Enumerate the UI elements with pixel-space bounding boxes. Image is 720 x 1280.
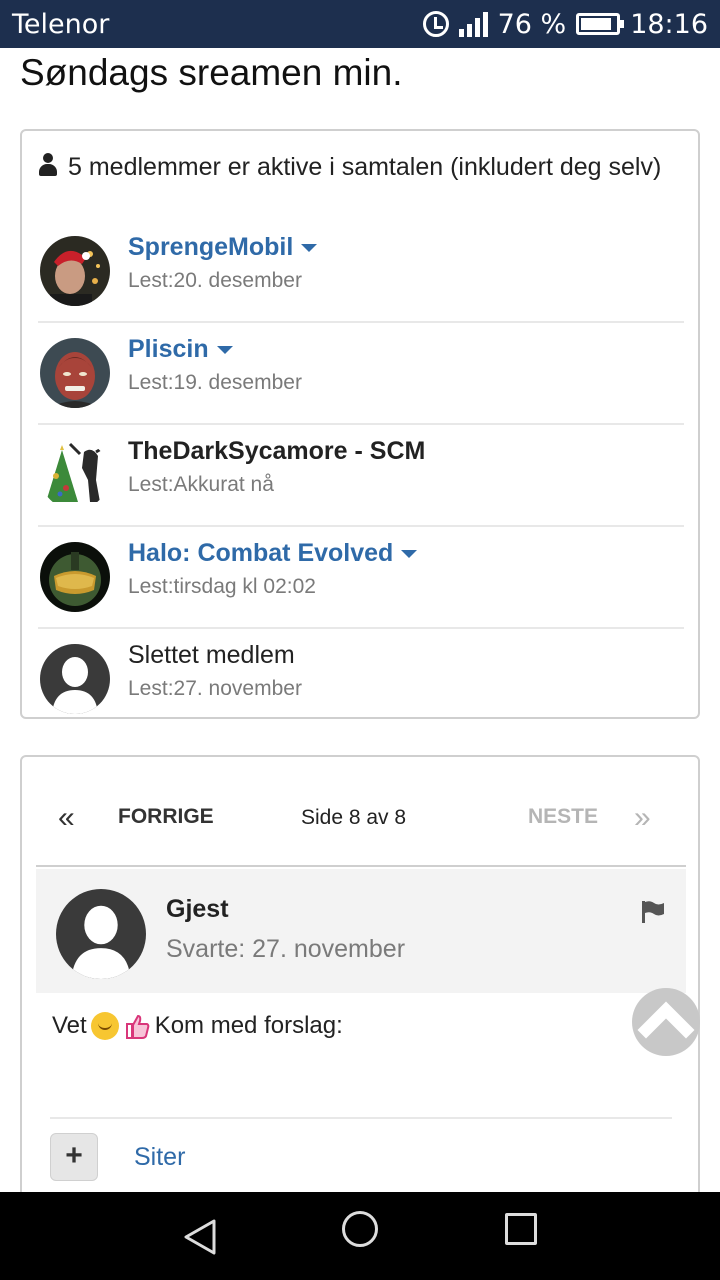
member-last-read: Lest:19. desember — [128, 371, 302, 394]
signal-icon — [458, 11, 488, 37]
smiling-face-icon — [90, 1012, 119, 1040]
back-icon[interactable] — [180, 1217, 220, 1257]
battery-percent: 76 % — [497, 8, 567, 40]
avatar[interactable] — [40, 542, 110, 612]
member-name-link[interactable]: Halo: Combat Evolved — [128, 539, 418, 568]
avatar — [40, 644, 110, 714]
quote-button[interactable]: Siter — [134, 1143, 185, 1172]
pagination: « FORRIGE Side 8 av 8 NESTE » — [36, 775, 686, 867]
member-item[interactable]: Pliscin Lest:19. desember — [38, 323, 684, 425]
clock: 18:16 — [630, 8, 708, 40]
member-item[interactable]: Halo: Combat Evolved Lest:tirsdag kl 02:… — [38, 527, 684, 629]
avatar[interactable] — [40, 236, 110, 306]
member-last-read: Lest:20. desember — [128, 269, 302, 292]
page-indicator[interactable]: Side 8 av 8 — [301, 806, 406, 830]
scroll-to-top-button[interactable] — [632, 988, 700, 1056]
carrier-label: Telenor — [12, 8, 110, 40]
home-icon[interactable] — [342, 1211, 378, 1247]
member-item[interactable]: Slettet medlem Lest:27. november — [38, 629, 684, 731]
android-navigation-bar — [0, 1192, 720, 1280]
recent-apps-icon[interactable] — [505, 1213, 537, 1245]
member-name[interactable]: Halo: Combat Evolved — [128, 539, 393, 567]
chevron-down-icon[interactable] — [216, 346, 233, 355]
chevrons-right-icon: » — [634, 801, 651, 834]
member-name-link[interactable]: Pliscin — [128, 335, 233, 364]
chevron-down-icon[interactable] — [301, 244, 318, 253]
next-page-button: NESTE — [528, 805, 599, 828]
status-bar: Telenor 76 % 18:16 — [0, 0, 720, 48]
member-last-read: Lest:27. november — [128, 677, 302, 700]
multiquote-button[interactable]: + — [50, 1133, 98, 1181]
post-body: Vet Kom med forslag: — [52, 1012, 343, 1040]
member-name[interactable]: SprengeMobil — [128, 233, 293, 261]
post-text-start: Vet — [52, 1012, 87, 1039]
page-title: Søndags sreamen min. — [20, 52, 403, 93]
post-date: Svarte: 27. november — [166, 935, 406, 963]
member-name: Slettet medlem — [128, 641, 295, 669]
members-header-text: 5 medlemmer er aktive i samtalen (inklud… — [68, 153, 662, 181]
battery-icon — [576, 13, 625, 35]
member-name-link[interactable]: SprengeMobil — [128, 233, 318, 262]
avatar — [56, 889, 146, 979]
post-header: Gjest Svarte: 27. november — [36, 869, 686, 993]
members-header: 5 medlemmer er aktive i samtalen (inklud… — [38, 151, 678, 184]
divider — [50, 1117, 672, 1119]
member-name[interactable]: Pliscin — [128, 335, 209, 363]
person-icon — [38, 153, 58, 177]
alarm-icon — [422, 11, 449, 37]
member-last-read: Lest:Akkurat nå — [128, 473, 274, 496]
previous-page-button[interactable]: FORRIGE — [118, 805, 214, 829]
flag-icon[interactable] — [640, 899, 666, 925]
status-icons: 76 % 18:16 — [422, 8, 708, 40]
active-members-card: 5 medlemmer er aktive i samtalen (inklud… — [20, 129, 700, 719]
member-item[interactable]: TheDarkSycamore - SCM Lest:Akkurat nå — [38, 425, 684, 527]
post-text-end: Kom med forslag: — [154, 1012, 343, 1039]
chevrons-left-icon[interactable]: « — [58, 801, 75, 835]
chevron-up-icon[interactable] — [632, 988, 700, 1056]
thumbs-up-icon — [125, 1014, 150, 1039]
post-author: Gjest — [166, 895, 229, 923]
member-last-read: Lest:tirsdag kl 02:02 — [128, 575, 316, 598]
member-name[interactable]: TheDarkSycamore - SCM — [128, 437, 425, 466]
post-card: « FORRIGE Side 8 av 8 NESTE » Gjest Svar… — [20, 755, 700, 1215]
avatar[interactable] — [40, 338, 110, 408]
member-item[interactable]: SprengeMobil Lest:20. desember — [38, 221, 684, 323]
chevron-down-icon[interactable] — [401, 550, 418, 559]
avatar[interactable] — [40, 440, 110, 510]
